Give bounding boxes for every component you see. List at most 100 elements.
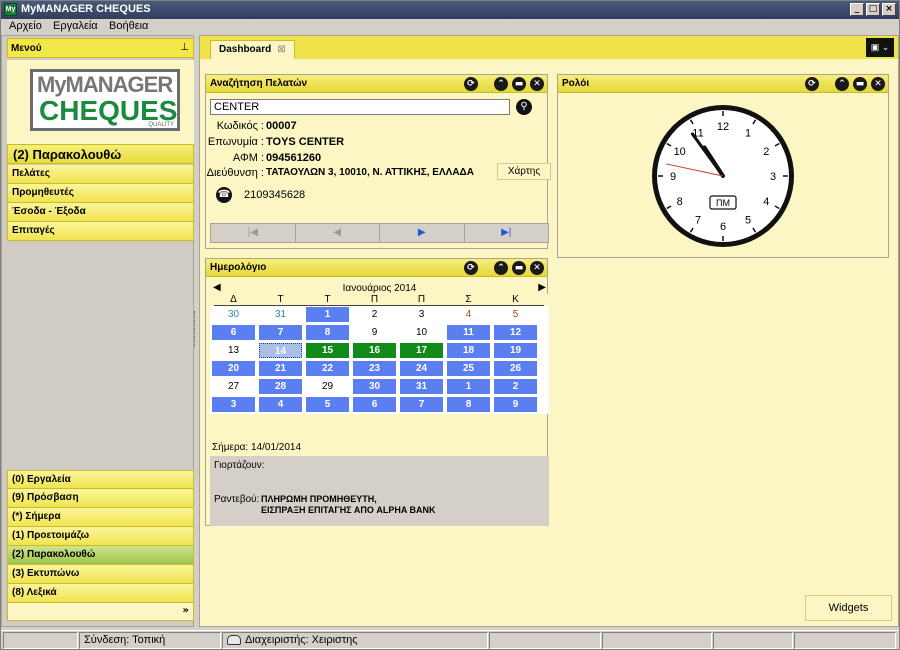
calendar-day[interactable]: 25: [447, 361, 490, 376]
calendar-day[interactable]: 26: [494, 361, 537, 376]
clock-numeral: 6: [720, 221, 726, 233]
calendar-day[interactable]: 23: [353, 361, 396, 376]
calendar-day[interactable]: 21: [259, 361, 302, 376]
calendar-day[interactable]: 19: [494, 343, 537, 358]
calendar-day[interactable]: 1: [447, 379, 490, 394]
calendar-day[interactable]: 4: [447, 307, 490, 322]
close-icon[interactable]: ✕: [530, 261, 544, 275]
sidebar-group-today[interactable]: (*) Σήμερα: [7, 508, 194, 527]
sidebar-item-suppliers[interactable]: Προμηθευτές: [7, 184, 194, 203]
refresh-icon[interactable]: ⟳: [805, 77, 819, 91]
calendar-day[interactable]: 6: [212, 325, 255, 340]
calendar-day[interactable]: 18: [447, 343, 490, 358]
calendar-day[interactable]: 15: [306, 343, 349, 358]
calendar-day[interactable]: 12: [494, 325, 537, 340]
calendar-day[interactable]: 29: [306, 379, 349, 394]
pin-icon[interactable]: ⊥: [180, 42, 189, 54]
calendar-day[interactable]: 5: [494, 307, 537, 322]
manager-status: Διαχειριστής: Χειριστης: [222, 632, 488, 649]
sidebar-group-monitor[interactable]: (2) Παρακολουθώ: [7, 546, 194, 565]
calendar-separator: [214, 305, 544, 306]
tab-menu-button[interactable]: ▣ ⌄: [866, 38, 894, 57]
customer-search-input[interactable]: CENTER: [210, 99, 510, 115]
calendar-day[interactable]: 17: [400, 343, 443, 358]
calendar-day-today[interactable]: 14: [259, 343, 302, 358]
title-bar: My MyMANAGER CHEQUES _ □ ×: [1, 1, 899, 19]
sidebar-item-customers[interactable]: Πελάτες: [7, 165, 194, 184]
collapse-icon[interactable]: ⌃: [835, 77, 849, 91]
calendar-day[interactable]: 30: [353, 379, 396, 394]
calendar-day[interactable]: 22: [306, 361, 349, 376]
sidebar-group-prepare[interactable]: (1) Προετοιμάζω: [7, 527, 194, 546]
map-button[interactable]: Χάρτης: [497, 163, 551, 180]
calendar-day[interactable]: 8: [447, 397, 490, 412]
calendar-day[interactable]: 20: [212, 361, 255, 376]
calendar-day[interactable]: 5: [306, 397, 349, 412]
next-record-button[interactable]: ▶: [380, 224, 465, 242]
calendar-day[interactable]: 24: [400, 361, 443, 376]
calendar-month-title: Ιανουάριος 2014: [342, 283, 417, 294]
calendar-day[interactable]: 31: [259, 307, 302, 322]
last-record-button[interactable]: ▶|: [465, 224, 549, 242]
phone-value: 2109345628: [244, 189, 306, 201]
sidebar-splitter[interactable]: [194, 311, 197, 347]
calendar-day[interactable]: 13: [212, 343, 255, 358]
calendar-day[interactable]: 11: [447, 325, 490, 340]
previous-record-button[interactable]: ◀: [296, 224, 380, 242]
panel-icons: ⟳ ⌃ ▬ ✕: [805, 77, 885, 91]
sidebar-expand-button[interactable]: »: [7, 603, 194, 621]
widgets-button[interactable]: Widgets: [805, 595, 892, 621]
sidebar-group-access[interactable]: (9) Πρόσβαση: [7, 489, 194, 508]
menu-tools[interactable]: Εργαλεία: [53, 19, 98, 33]
minimize-window-button[interactable]: _: [850, 3, 864, 16]
calendar-day[interactable]: 31: [400, 379, 443, 394]
calendar-header: Ημερολόγιο ⟳ ⌃ ▬ ✕: [206, 259, 547, 277]
sidebar-group-tools[interactable]: (0) Εργαλεία: [7, 470, 194, 489]
search-icon[interactable]: ⚲: [516, 99, 532, 115]
calendar-day[interactable]: 3: [212, 397, 255, 412]
tab-close-icon[interactable]: ⊠: [277, 44, 285, 55]
minimize-icon[interactable]: ▬: [512, 261, 526, 275]
calendar-day[interactable]: 4: [259, 397, 302, 412]
calendar-day[interactable]: 16: [353, 343, 396, 358]
calendar-day[interactable]: 3: [400, 307, 443, 322]
calendar-day[interactable]: 30: [212, 307, 255, 322]
calendar-day[interactable]: 2: [353, 307, 396, 322]
menu-help[interactable]: Βοήθεια: [109, 19, 148, 33]
collapse-icon[interactable]: ⌃: [494, 261, 508, 275]
minimize-icon[interactable]: ▬: [853, 77, 867, 91]
calendar-day[interactable]: 8: [306, 325, 349, 340]
sidebar-item-income-expenses[interactable]: Έσοδα - Έξοδα: [7, 203, 194, 222]
next-month-icon[interactable]: ▶: [538, 282, 546, 293]
sidebar-group-print[interactable]: (3) Εκτυπώνω: [7, 565, 194, 584]
refresh-icon[interactable]: ⟳: [464, 77, 478, 91]
status-cell-empty: [713, 632, 793, 649]
refresh-icon[interactable]: ⟳: [464, 261, 478, 275]
calendar-day[interactable]: 28: [259, 379, 302, 394]
calendar-day[interactable]: 9: [353, 325, 396, 340]
calendar-week-row: 3456789: [210, 396, 549, 414]
calendar-day[interactable]: 6: [353, 397, 396, 412]
minimize-icon[interactable]: ▬: [512, 77, 526, 91]
sidebar-group-dictionaries[interactable]: (8) Λεξικά: [7, 584, 194, 603]
sidebar-item-cheques[interactable]: Επιταγές: [7, 222, 194, 241]
calendar-day[interactable]: 1: [306, 307, 349, 322]
calendar-day[interactable]: 2: [494, 379, 537, 394]
close-icon[interactable]: ✕: [530, 77, 544, 91]
calendar-day[interactable]: 27: [212, 379, 255, 394]
calendar-day[interactable]: 7: [259, 325, 302, 340]
analog-clock: 121234567891011 ΠΜ: [652, 105, 794, 247]
first-record-button[interactable]: |◀: [211, 224, 296, 242]
maximize-window-button[interactable]: □: [866, 3, 880, 16]
main-area: Dashboard ⊠ ▣ ⌄ Αναζήτηση Πελατών ⟳ ⌃ ▬ ✕…: [199, 35, 899, 627]
menu-file[interactable]: Αρχείο: [9, 19, 42, 33]
collapse-icon[interactable]: ⌃: [494, 77, 508, 91]
status-cell-empty: [3, 632, 78, 649]
close-window-button[interactable]: ×: [882, 3, 896, 16]
calendar-day[interactable]: 9: [494, 397, 537, 412]
tab-dashboard[interactable]: Dashboard ⊠: [210, 40, 295, 59]
calendar-day[interactable]: 10: [400, 325, 443, 340]
close-icon[interactable]: ✕: [871, 77, 885, 91]
calendar-day[interactable]: 7: [400, 397, 443, 412]
afm-value: 094561260: [266, 152, 322, 164]
